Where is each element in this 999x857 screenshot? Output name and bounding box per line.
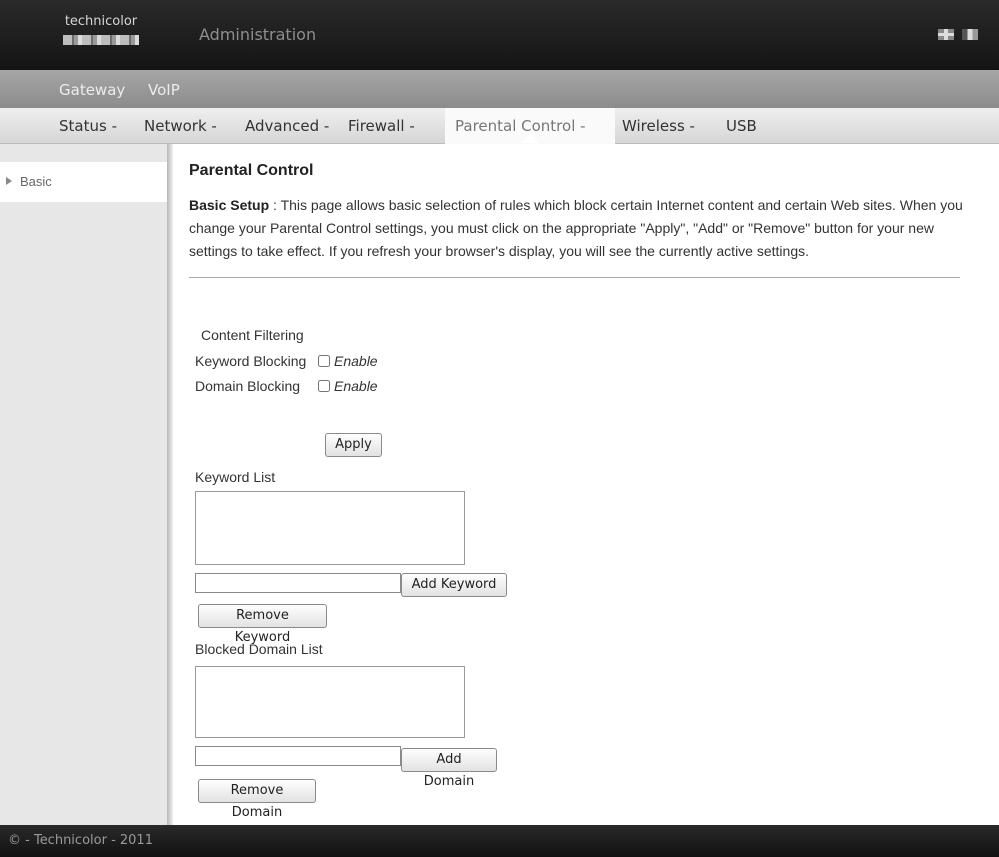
domain-listbox[interactable] xyxy=(195,666,465,738)
remove-keyword-button[interactable]: Remove Keyword xyxy=(198,604,327,645)
expand-arrow-icon xyxy=(6,177,12,185)
tab-network[interactable]: Network - xyxy=(144,117,217,135)
keyword-input[interactable] xyxy=(195,573,401,593)
language-flag-icon[interactable] xyxy=(938,29,954,40)
sidebar: Basic xyxy=(0,144,167,825)
apply-button[interactable]: Apply xyxy=(325,433,382,457)
domain-blocking-label: Domain Blocking xyxy=(195,378,301,394)
section-divider xyxy=(189,277,960,278)
logo-bar-graphic xyxy=(63,35,139,45)
tab-usb[interactable]: USB xyxy=(726,117,757,135)
keyword-blocking-label: Keyword Blocking xyxy=(195,353,307,369)
content-filtering-label: Content Filtering xyxy=(201,327,304,343)
keyword-list-label: Keyword List xyxy=(195,469,276,485)
add-keyword-button[interactable]: Add Keyword xyxy=(401,573,507,597)
active-tab-pointer xyxy=(521,133,539,143)
domain-blocking-checkbox[interactable] xyxy=(318,380,330,392)
tab-wireless[interactable]: Wireless - xyxy=(622,117,695,135)
footer: © - Technicolor - 2011 xyxy=(0,825,999,857)
description-text: This page allows basic selection of rule… xyxy=(189,197,963,259)
header-bar: technicolor Administration xyxy=(0,0,999,70)
app-title: Administration xyxy=(199,25,317,44)
logo-text: technicolor xyxy=(64,14,138,29)
tab-advanced[interactable]: Advanced - xyxy=(245,117,329,135)
blocked-domain-list-label: Blocked Domain List xyxy=(195,641,323,657)
window-icon[interactable] xyxy=(962,29,978,40)
tab-status[interactable]: Status - xyxy=(59,117,117,135)
description-label: Basic Setup xyxy=(189,197,270,213)
keyword-enable-label: Enable xyxy=(334,353,378,369)
add-domain-button[interactable]: Add Domain xyxy=(401,748,497,789)
top-nav: Gateway VoIP xyxy=(0,70,999,108)
topnav-item-gateway[interactable]: Gateway xyxy=(59,81,125,99)
page-title: Parental Control xyxy=(189,162,314,179)
sub-nav: Status - Network - Advanced - Firewall -… xyxy=(0,108,999,144)
sidebar-item-label: Basic xyxy=(20,174,52,189)
sidebar-divider xyxy=(167,144,173,825)
topnav-item-voip[interactable]: VoIP xyxy=(148,81,180,99)
keyword-listbox[interactable] xyxy=(195,491,465,565)
page-description: Basic Setup : This page allows basic sel… xyxy=(189,194,969,263)
technicolor-logo[interactable]: technicolor xyxy=(60,14,142,48)
description-separator: : xyxy=(269,197,281,213)
domain-input[interactable] xyxy=(195,746,401,766)
remove-domain-button[interactable]: Remove Domain xyxy=(198,779,316,820)
copyright-text: © - Technicolor - 2011 xyxy=(8,833,153,848)
tab-firewall[interactable]: Firewall - xyxy=(348,117,415,135)
keyword-blocking-checkbox[interactable] xyxy=(318,355,330,367)
sidebar-item-basic[interactable]: Basic xyxy=(0,162,167,202)
domain-enable-label: Enable xyxy=(334,378,378,394)
